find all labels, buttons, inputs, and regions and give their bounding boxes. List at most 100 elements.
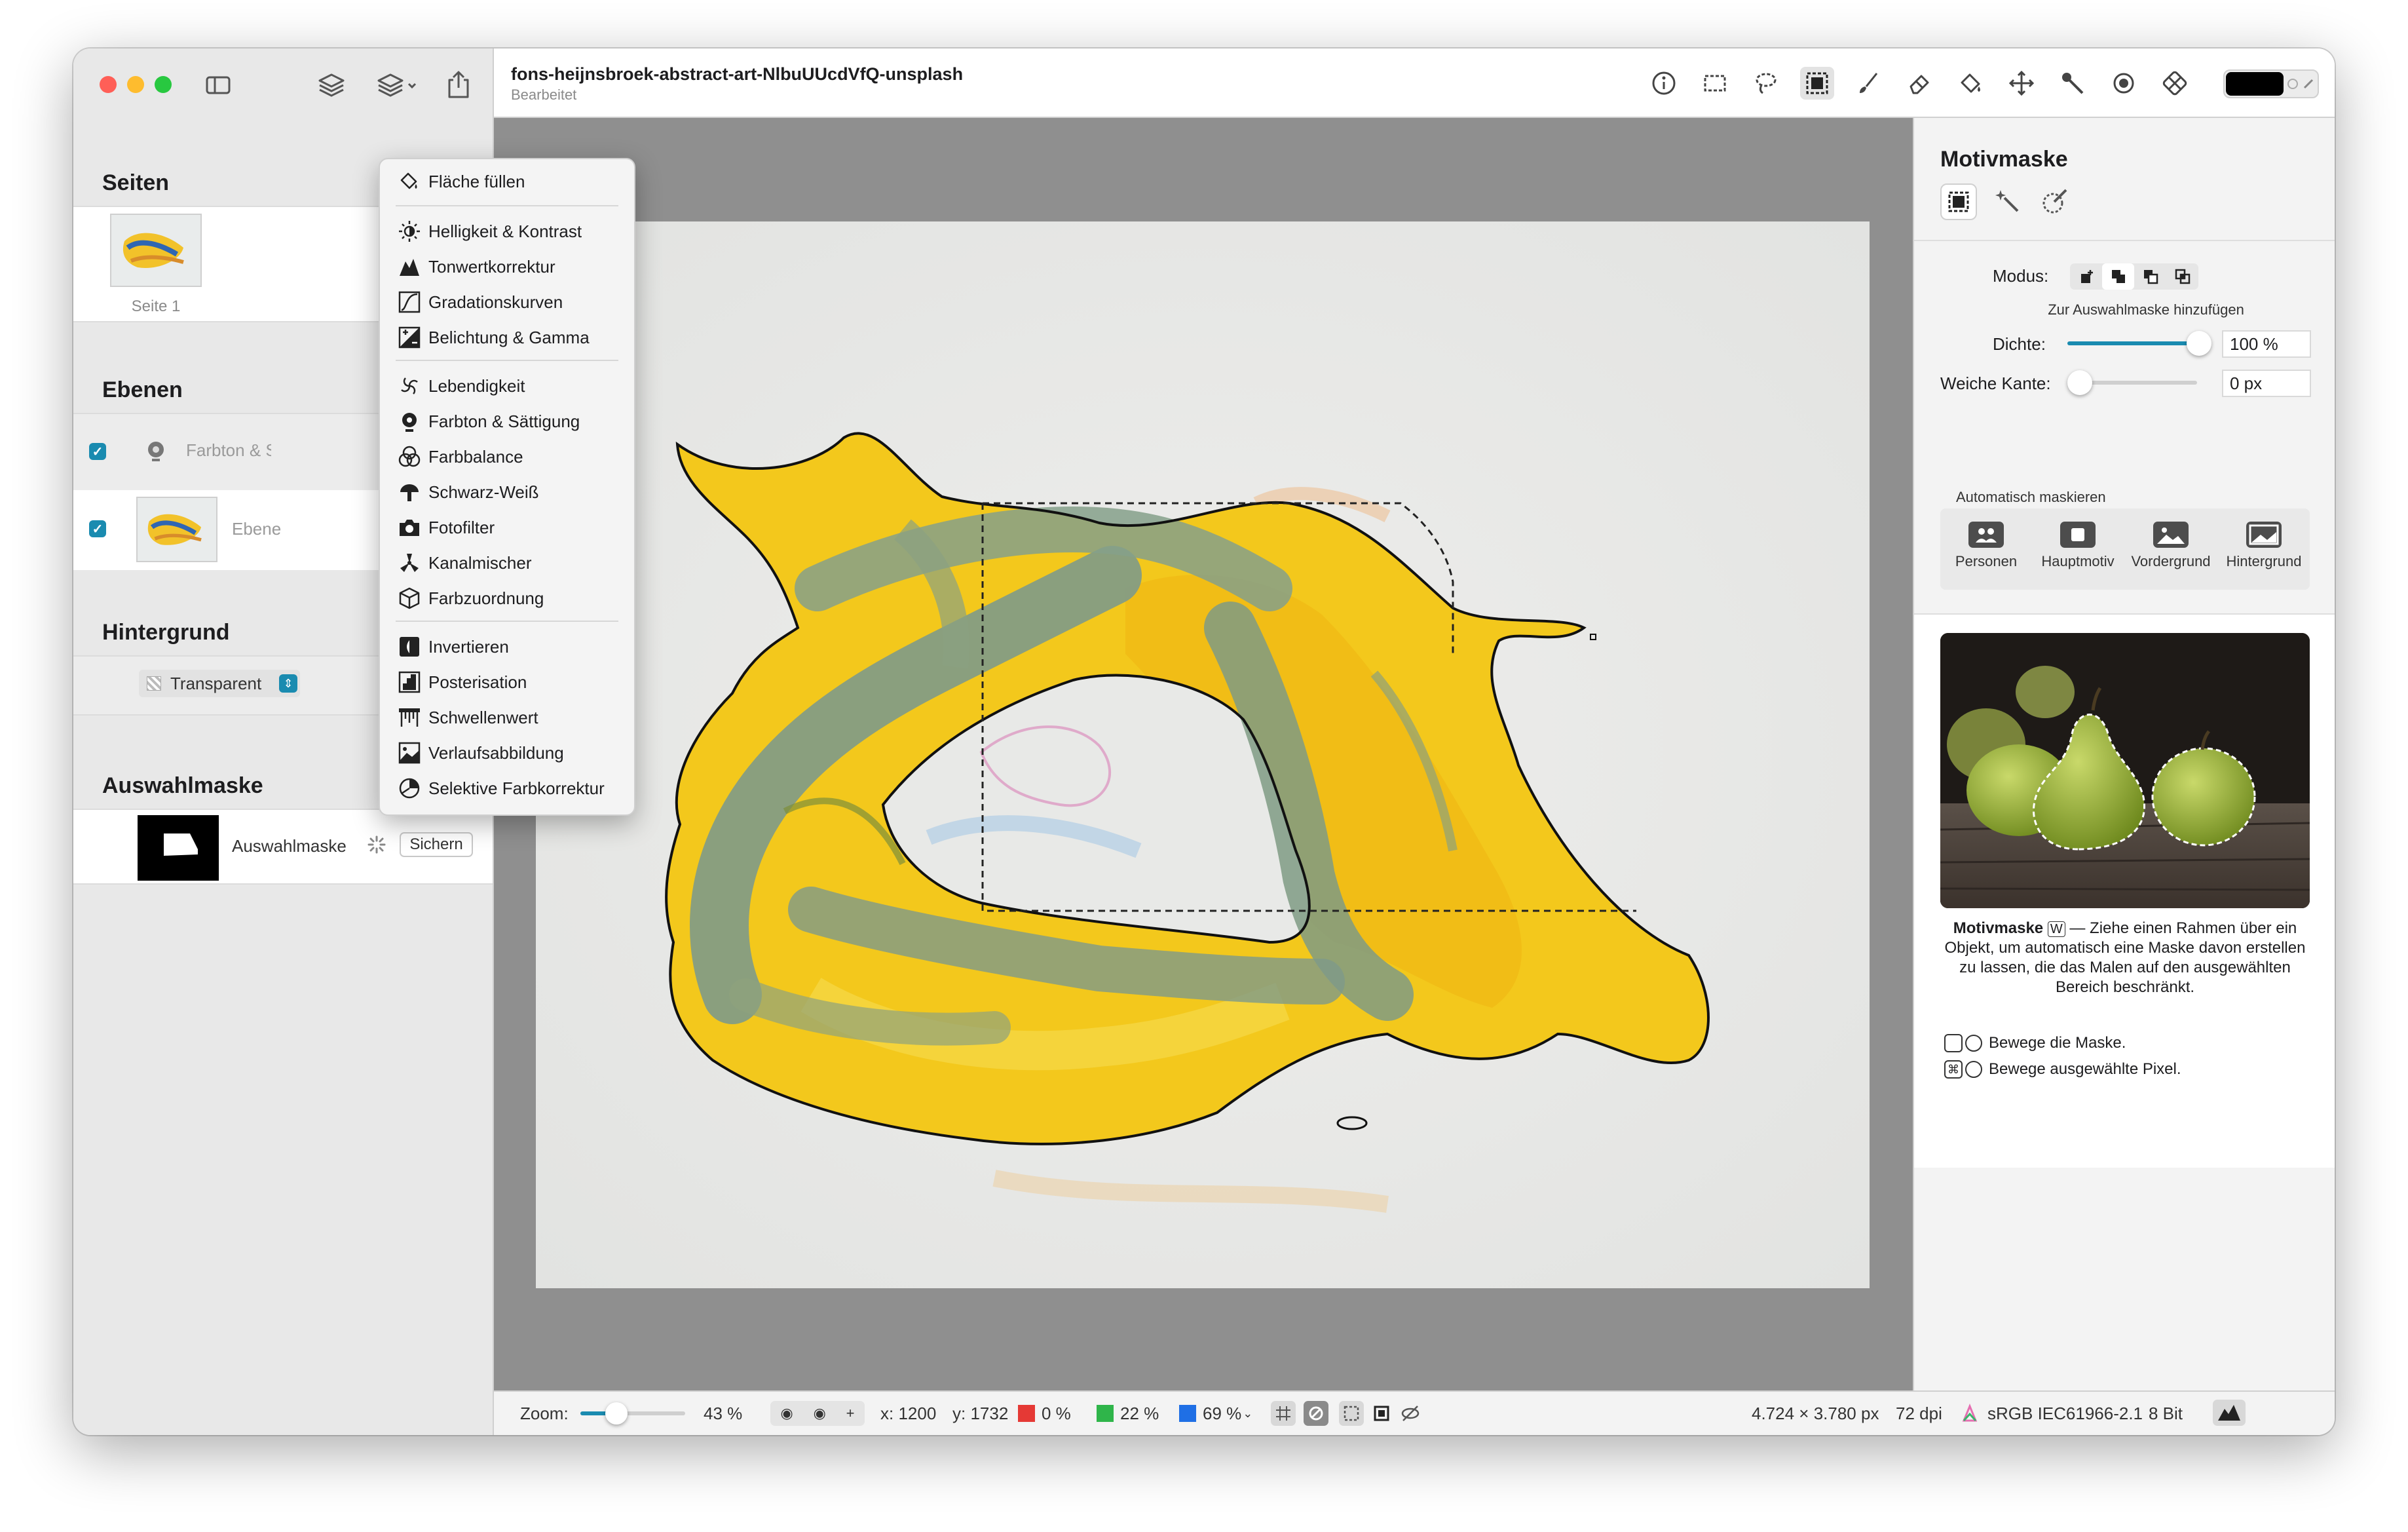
menu-item-posterize[interactable]: Posterisation — [380, 665, 634, 699]
help-section: Motivmaske W — Ziehe einen Rahmen über e… — [1914, 615, 2335, 1168]
feather-slider-knob[interactable] — [2067, 370, 2092, 395]
magic-wand-tab-icon[interactable] — [1991, 185, 2025, 219]
eyedropper-icon[interactable] — [2302, 76, 2316, 90]
menu-item-exposure[interactable]: Belichtung & Gamma — [380, 320, 634, 354]
image-canvas[interactable] — [536, 221, 1870, 1288]
mask-activity-icon — [367, 835, 386, 854]
grid-icon[interactable] — [1271, 1401, 1296, 1426]
menu-item-threshold[interactable]: Schwellenwert — [380, 700, 634, 735]
zoom-fit-icon[interactable]: ◉ — [780, 1405, 793, 1422]
menu-item-vibrance[interactable]: Lebendigkeit — [380, 369, 634, 403]
density-slider-knob[interactable] — [2187, 331, 2211, 356]
zoom-value[interactable]: 43 % — [704, 1392, 742, 1435]
menu-item-gradient-map[interactable]: Verlaufsabbildung — [380, 736, 634, 770]
menu-item-levels[interactable]: Tonwertkorrektur — [380, 250, 634, 284]
retouch-icon[interactable] — [2158, 67, 2192, 100]
menu-item-selective-color[interactable]: Selektive Farbkorrektur — [380, 771, 634, 805]
layers-icon[interactable] — [314, 69, 348, 101]
status-bar: Zoom: 43 % ◉ ◉ + x: 1200 y: 1732 0 % 22 % … — [494, 1390, 2335, 1435]
menu-item-curves[interactable]: Gradationskurven — [380, 285, 634, 319]
close-window-button[interactable] — [100, 76, 117, 93]
key-icon — [1944, 1034, 1963, 1052]
histogram-icon[interactable] — [2213, 1400, 2246, 1426]
mode-label: Modus: — [1993, 266, 2049, 286]
subject-mask-tool-icon[interactable] — [1800, 67, 1834, 100]
subject-mask-tab-icon[interactable] — [1940, 183, 1977, 220]
color-profile-icon — [1960, 1404, 1980, 1423]
mode-segmented-control[interactable] — [2070, 263, 2198, 290]
mode-hint: Zur Auswahlmaske hinzufügen — [2048, 301, 2244, 318]
menu-item-brightness[interactable]: Helligkeit & Kontrast — [380, 214, 634, 248]
brush-mask-tab-icon[interactable] — [2039, 185, 2073, 219]
menu-item-invert[interactable]: Invertieren — [380, 630, 634, 664]
sun-icon — [394, 218, 424, 244]
zoom-window-button[interactable] — [155, 76, 172, 93]
mask-row[interactable]: Auswahlmaske Sichern — [73, 809, 493, 885]
hide-overlay-icon[interactable] — [1398, 1401, 1423, 1426]
color-profile: sRGB IEC61966-2.1 — [1987, 1403, 2143, 1423]
share-icon[interactable] — [443, 68, 474, 101]
vibrance-icon — [394, 373, 424, 399]
page-thumbnail[interactable] — [110, 214, 202, 287]
blue-swatch-icon — [1179, 1405, 1196, 1422]
feather-field[interactable]: 0 px — [2222, 370, 2311, 397]
auto-mask-foreground-button[interactable]: Vordergrund — [2125, 508, 2217, 584]
app-window: Seiten Seite 1 Ebenen ✓ Farbton & Sättig… — [73, 48, 2335, 1435]
mode-add-icon[interactable] — [2102, 263, 2134, 290]
hue-icon — [394, 408, 424, 434]
density-field[interactable]: 100 % — [2222, 330, 2311, 358]
mode-intersect-icon[interactable] — [2166, 263, 2198, 290]
brush-icon[interactable] — [1851, 67, 1885, 100]
save-mask-button[interactable]: Sichern — [400, 832, 473, 857]
density-slider[interactable] — [2067, 341, 2197, 345]
help-text: Motivmaske W — Ziehe einen Rahmen über e… — [1944, 919, 2306, 996]
menu-item-color-balance[interactable]: Farbbalance — [380, 440, 634, 474]
zoom-slider-knob[interactable] — [605, 1402, 628, 1425]
auto-mask-background-button[interactable]: Hintergrund — [2218, 508, 2310, 584]
menu-item-fill[interactable]: Fläche füllen — [380, 164, 634, 199]
info-icon[interactable] — [1647, 67, 1681, 100]
selection-outline-icon[interactable] — [1339, 1401, 1364, 1426]
camera-icon — [394, 514, 424, 541]
menu-item-photo-filter[interactable]: Fotofilter — [380, 510, 634, 545]
tip-move-pixels: ⌘ Bewege ausgewählte Pixel. — [1944, 1060, 2181, 1079]
auto-mask-people-button[interactable]: Personen — [1940, 508, 2032, 584]
background-icon — [2246, 522, 2282, 548]
layer-visibility-checkbox[interactable]: ✓ — [89, 443, 106, 460]
minimize-window-button[interactable] — [127, 76, 144, 93]
green-value: 22 % — [1097, 1392, 1159, 1435]
zoom-in-icon[interactable]: + — [846, 1405, 855, 1422]
background-select[interactable]: Transparent ⇕ — [139, 670, 300, 697]
rectangle-selection-icon[interactable] — [1698, 67, 1732, 100]
mask-view-icon[interactable] — [1369, 1401, 1394, 1426]
magic-wand-icon[interactable] — [2056, 67, 2090, 100]
eraser-icon[interactable] — [1902, 67, 1936, 100]
mode-new-icon[interactable] — [2070, 263, 2102, 290]
mask-section-title: Auswahlmaske — [102, 773, 263, 798]
adjustments-menu-button[interactable] — [375, 69, 421, 101]
move-icon[interactable] — [2004, 67, 2039, 100]
color-picker[interactable] — [2223, 69, 2319, 98]
auto-mask-subject-button[interactable]: Hauptmotiv — [2032, 508, 2124, 584]
layer-thumbnail — [136, 497, 217, 562]
layer-visibility-checkbox[interactable]: ✓ — [89, 520, 106, 537]
foreground-color-swatch[interactable] — [2226, 72, 2284, 96]
fill-bucket-icon[interactable] — [1953, 67, 1987, 100]
canvas-area[interactable] — [494, 118, 1913, 1390]
snap-icon[interactable] — [1304, 1401, 1328, 1426]
subject-icon — [2060, 522, 2096, 548]
menu-item-hue-saturation[interactable]: Farbton & Sättigung — [380, 404, 634, 438]
lasso-icon[interactable] — [1749, 67, 1783, 100]
green-swatch-icon — [1097, 1405, 1114, 1422]
menu-item-channel-mixer[interactable]: Kanalmischer — [380, 546, 634, 580]
stamp-icon[interactable] — [2107, 67, 2141, 100]
mode-subtract-icon[interactable] — [2134, 263, 2166, 290]
zoom-actual-icon[interactable]: ◉ — [814, 1405, 826, 1422]
sidebar-toggle-icon[interactable] — [202, 72, 235, 98]
menu-item-black-white[interactable]: Schwarz-Weiß — [380, 475, 634, 509]
zoom-slider[interactable] — [580, 1402, 685, 1425]
menu-item-color-lookup[interactable]: Farbzuordnung — [380, 581, 634, 615]
layers-section-title: Ebenen — [102, 377, 183, 402]
blue-value[interactable]: 69 % ⌄ — [1179, 1392, 1252, 1435]
pages-section-title: Seiten — [102, 170, 170, 195]
